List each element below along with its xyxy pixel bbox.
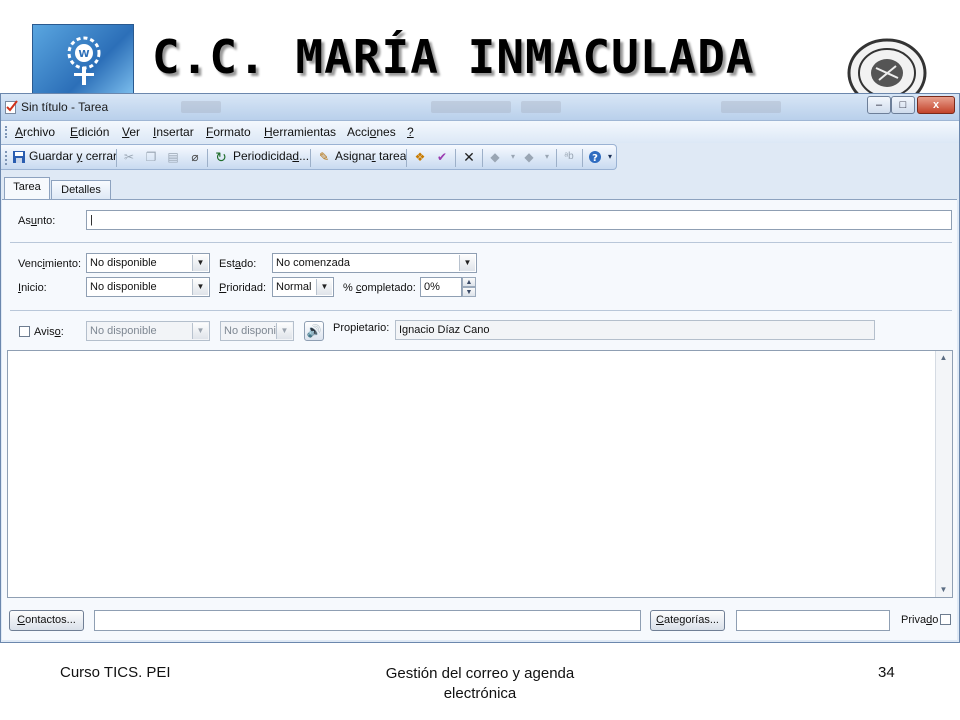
chevron-down-icon: ▼ bbox=[276, 323, 292, 339]
save-icon bbox=[12, 150, 26, 164]
start-date-select[interactable]: No disponible ▼ bbox=[86, 277, 210, 297]
reminder-label: Aviso: bbox=[34, 326, 64, 338]
close-button[interactable]: x bbox=[917, 96, 955, 114]
scroll-down-icon[interactable]: ▼ bbox=[936, 583, 951, 597]
menu-edicion[interactable]: Edición bbox=[70, 125, 109, 139]
notes-textarea[interactable]: ▲ ▼ bbox=[7, 350, 953, 598]
scroll-up-icon[interactable]: ▲ bbox=[936, 351, 951, 365]
logo-icon: W bbox=[32, 24, 134, 98]
contacts-button[interactable]: Contactos... bbox=[9, 610, 84, 631]
task-window: Sin título - Tarea – □ x Archivo Edición… bbox=[0, 93, 960, 643]
help-icon[interactable]: ? bbox=[588, 150, 602, 164]
page-number: 34 bbox=[878, 664, 895, 681]
spin-down-icon[interactable]: ▼ bbox=[462, 287, 476, 297]
status-select[interactable]: No comenzada ▼ bbox=[272, 253, 477, 273]
priority-select[interactable]: Normal ▼ bbox=[272, 277, 334, 297]
menu-insertar[interactable]: Insertar bbox=[153, 125, 194, 139]
cut-icon[interactable]: ✂ bbox=[122, 150, 136, 164]
chevron-down-icon: ▼ bbox=[192, 323, 208, 339]
categories-input[interactable] bbox=[736, 610, 890, 631]
recurrence-button[interactable]: Periodicidad... bbox=[233, 149, 309, 163]
menu-formato[interactable]: Formato bbox=[206, 125, 251, 139]
due-date-select[interactable]: No disponible ▼ bbox=[86, 253, 210, 273]
footer-course: Curso TICS. PEI bbox=[60, 664, 171, 681]
maximize-button[interactable]: □ bbox=[891, 96, 915, 114]
priority-label: Prioridad: bbox=[219, 282, 267, 294]
title-bar[interactable]: Sin título - Tarea – □ x bbox=[1, 94, 959, 121]
menu-ver[interactable]: Ver bbox=[122, 125, 140, 139]
toolbar-grip[interactable] bbox=[5, 151, 9, 165]
start-date-label: Inicio: bbox=[18, 282, 47, 294]
assign-task-icon: ✎ bbox=[318, 150, 330, 164]
owner-label: Propietario: bbox=[333, 322, 390, 334]
percent-complete-label: % completado: bbox=[343, 282, 416, 294]
notes-scrollbar[interactable]: ▲ ▼ bbox=[935, 351, 952, 597]
due-date-label: Vencimiento: bbox=[18, 258, 81, 270]
up-icon[interactable]: ◆ bbox=[488, 150, 502, 164]
categorize-icon[interactable]: ❖ bbox=[413, 150, 427, 164]
categories-button[interactable]: Categorías... bbox=[650, 610, 725, 631]
reminder-checkbox[interactable] bbox=[19, 326, 30, 337]
save-and-close-button[interactable]: Guardar y cerrar bbox=[29, 149, 117, 163]
toolbar-options-icon[interactable]: ▾ bbox=[605, 150, 615, 164]
subject-input[interactable]: | bbox=[86, 210, 952, 230]
paste-icon[interactable]: ▤ bbox=[166, 150, 180, 164]
slide-title: C.C. MARÍA INMACULADA bbox=[152, 30, 755, 84]
status-label: Estado: bbox=[219, 258, 257, 270]
menu-bar: Archivo Edición Ver Insertar Formato Her… bbox=[1, 121, 959, 143]
svg-text:?: ? bbox=[592, 153, 598, 164]
percent-complete-input[interactable]: 0% bbox=[420, 277, 462, 297]
tab-detalles[interactable]: Detalles bbox=[51, 180, 111, 200]
minimize-button[interactable]: – bbox=[867, 96, 891, 114]
assign-task-button[interactable]: Asignar tarea bbox=[335, 149, 406, 163]
contacts-input[interactable] bbox=[94, 610, 641, 631]
format-icon[interactable]: ᵃb bbox=[562, 150, 576, 164]
menu-acciones[interactable]: Acciones bbox=[347, 125, 396, 139]
task-app-icon bbox=[5, 100, 18, 119]
menu-herramientas[interactable]: Herramientas bbox=[264, 125, 336, 139]
subject-label: Asunto: bbox=[18, 215, 56, 227]
owner-field: Ignacio Díaz Cano bbox=[395, 320, 875, 340]
tab-tarea[interactable]: Tarea bbox=[4, 177, 50, 200]
chevron-down-icon: ▼ bbox=[459, 255, 475, 271]
private-checkbox[interactable] bbox=[940, 614, 951, 625]
chevron-down-icon: ▼ bbox=[192, 255, 208, 271]
menu-ayuda[interactable]: ? bbox=[407, 125, 414, 139]
delete-icon[interactable]: ✕ bbox=[462, 150, 476, 164]
footer-topic: Gestión del correo y agenda electrónica bbox=[385, 665, 575, 702]
attach-icon[interactable]: ⌀ bbox=[188, 150, 202, 164]
down-icon[interactable]: ◆ bbox=[522, 150, 536, 164]
up-dropdown-icon[interactable]: ▾ bbox=[506, 150, 520, 164]
task-form: Asunto: | Vencimiento: No disponible ▼ Es… bbox=[2, 199, 957, 640]
chevron-down-icon: ▼ bbox=[316, 279, 332, 295]
recurrence-icon: ↻ bbox=[215, 149, 227, 165]
copy-icon[interactable]: ❐ bbox=[144, 150, 158, 164]
menubar-grip[interactable] bbox=[5, 126, 9, 138]
reminder-time-select[interactable]: No disponib ▼ bbox=[220, 321, 294, 341]
standard-toolbar: Guardar y cerrar ✂ ❐ ▤ ⌀ ↻ Periodicidad.… bbox=[1, 144, 617, 170]
window-title: Sin título - Tarea bbox=[21, 100, 109, 114]
reminder-date-select[interactable]: No disponible ▼ bbox=[86, 321, 210, 341]
svg-text:W: W bbox=[78, 49, 89, 60]
private-label: Privado bbox=[901, 614, 939, 626]
down-dropdown-icon[interactable]: ▾ bbox=[540, 150, 554, 164]
menu-archivo[interactable]: Archivo bbox=[15, 125, 55, 139]
spin-up-icon[interactable]: ▲ bbox=[462, 277, 476, 287]
chevron-down-icon: ▼ bbox=[192, 279, 208, 295]
mark-complete-icon[interactable]: ✔ bbox=[435, 150, 449, 164]
sound-icon[interactable]: 🔊 bbox=[304, 321, 324, 341]
